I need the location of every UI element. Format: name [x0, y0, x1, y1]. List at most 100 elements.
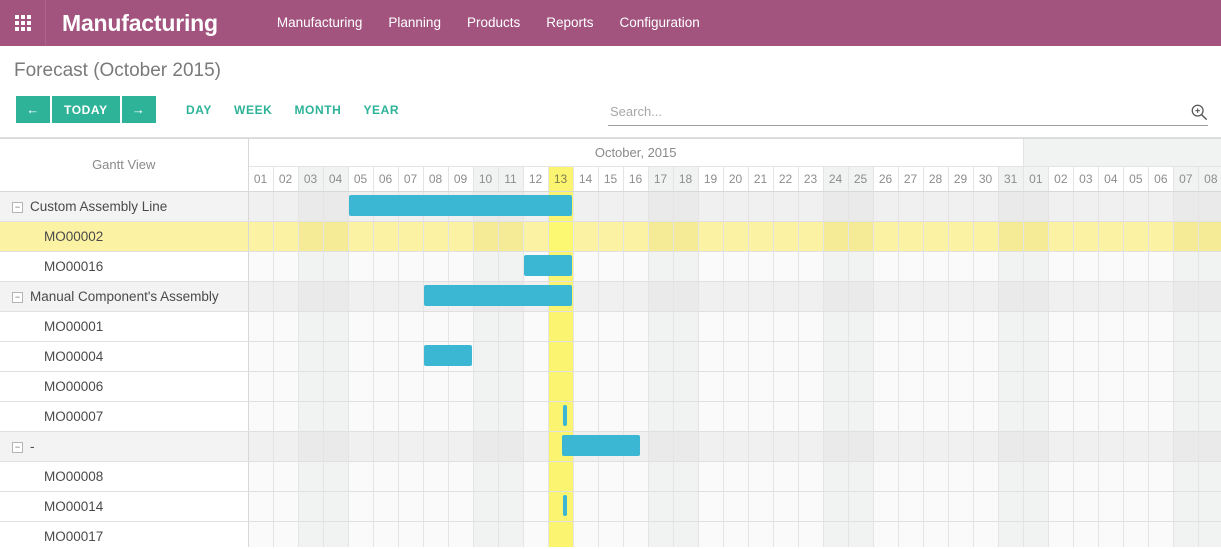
- gantt-grid-cell[interactable]: [723, 281, 748, 311]
- gantt-grid-cell[interactable]: [248, 371, 273, 401]
- next-period-button[interactable]: →: [122, 96, 156, 123]
- gantt-grid-cell[interactable]: [748, 521, 773, 547]
- gantt-task-row[interactable]: MO00016: [0, 251, 1221, 281]
- gantt-grid-cell[interactable]: [523, 461, 548, 491]
- gantt-grid-cell[interactable]: [698, 521, 723, 547]
- gantt-grid-cell[interactable]: [823, 191, 848, 221]
- gantt-grid-cell[interactable]: [998, 191, 1023, 221]
- gantt-grid-cell[interactable]: [673, 251, 698, 281]
- gantt-grid-cell[interactable]: [1073, 401, 1098, 431]
- gantt-task-bar[interactable]: [562, 435, 640, 456]
- gantt-row-label-cell[interactable]: MO00007: [0, 401, 248, 431]
- gantt-grid-cell[interactable]: [873, 401, 898, 431]
- gantt-grid-cell[interactable]: [1098, 311, 1123, 341]
- gantt-grid-cell[interactable]: [973, 461, 998, 491]
- gantt-grid-cell[interactable]: [723, 461, 748, 491]
- gantt-grid-cell[interactable]: [523, 221, 548, 251]
- gantt-grid-cell[interactable]: [723, 341, 748, 371]
- gantt-grid-cell[interactable]: [1123, 371, 1148, 401]
- gantt-grid-cell[interactable]: [923, 191, 948, 221]
- gantt-grid-cell[interactable]: [748, 491, 773, 521]
- gantt-grid-cell[interactable]: [598, 341, 623, 371]
- gantt-grid-cell[interactable]: [348, 431, 373, 461]
- gantt-grid-cell[interactable]: [298, 461, 323, 491]
- gantt-grid-cell[interactable]: [598, 251, 623, 281]
- gantt-grid-cell[interactable]: [598, 191, 623, 221]
- gantt-grid-cell[interactable]: [648, 401, 673, 431]
- gantt-grid-cell[interactable]: [1048, 431, 1073, 461]
- gantt-grid-cell[interactable]: [523, 341, 548, 371]
- gantt-grid-cell[interactable]: [948, 431, 973, 461]
- gantt-grid-cell[interactable]: [898, 491, 923, 521]
- gantt-grid-cell[interactable]: [273, 281, 298, 311]
- gantt-grid-cell[interactable]: [673, 461, 698, 491]
- gantt-grid-cell[interactable]: [1048, 281, 1073, 311]
- gantt-grid-cell[interactable]: [573, 461, 598, 491]
- gantt-grid-cell[interactable]: [273, 251, 298, 281]
- gantt-grid-cell[interactable]: [398, 491, 423, 521]
- gantt-grid-cell[interactable]: [848, 221, 873, 251]
- gantt-task-bar[interactable]: [424, 345, 472, 366]
- gantt-grid-cell[interactable]: [1048, 341, 1073, 371]
- gantt-grid-cell[interactable]: [323, 491, 348, 521]
- gantt-grid-cell[interactable]: [573, 221, 598, 251]
- gantt-grid-cell[interactable]: [723, 311, 748, 341]
- apps-menu-button[interactable]: [0, 0, 46, 46]
- gantt-row-label-cell[interactable]: MO00004: [0, 341, 248, 371]
- gantt-grid-cell[interactable]: [1048, 401, 1073, 431]
- gantt-grid-cell[interactable]: [398, 371, 423, 401]
- gantt-grid-cell[interactable]: [1173, 491, 1198, 521]
- gantt-grid-cell[interactable]: [423, 431, 448, 461]
- gantt-grid-cell[interactable]: [1073, 491, 1098, 521]
- gantt-grid-cell[interactable]: [798, 431, 823, 461]
- gantt-grid-cell[interactable]: [1048, 191, 1073, 221]
- gantt-grid-cell[interactable]: [623, 401, 648, 431]
- gantt-grid-cell[interactable]: [298, 401, 323, 431]
- gantt-grid-cell[interactable]: [948, 491, 973, 521]
- gantt-grid-cell[interactable]: [448, 221, 473, 251]
- gantt-grid-cell[interactable]: [548, 341, 573, 371]
- gantt-grid-cell[interactable]: [423, 461, 448, 491]
- gantt-task-row[interactable]: MO00001: [0, 311, 1221, 341]
- gantt-grid-cell[interactable]: [1073, 341, 1098, 371]
- gantt-grid-cell[interactable]: [748, 461, 773, 491]
- gantt-grid-cell[interactable]: [898, 341, 923, 371]
- gantt-grid-cell[interactable]: [398, 401, 423, 431]
- gantt-grid-cell[interactable]: [773, 371, 798, 401]
- gantt-grid-cell[interactable]: [1173, 431, 1198, 461]
- gantt-grid-cell[interactable]: [373, 251, 398, 281]
- gantt-grid-cell[interactable]: [973, 341, 998, 371]
- gantt-grid-cell[interactable]: [823, 281, 848, 311]
- gantt-grid-cell[interactable]: [748, 371, 773, 401]
- gantt-grid-cell[interactable]: [398, 311, 423, 341]
- gantt-grid-cell[interactable]: [648, 431, 673, 461]
- gantt-grid-cell[interactable]: [323, 191, 348, 221]
- gantt-grid-cell[interactable]: [373, 341, 398, 371]
- search-input[interactable]: [608, 104, 1190, 122]
- gantt-grid-cell[interactable]: [698, 251, 723, 281]
- gantt-grid-cell[interactable]: [723, 371, 748, 401]
- gantt-grid-cell[interactable]: [873, 521, 898, 547]
- gantt-grid-cell[interactable]: [898, 371, 923, 401]
- gantt-grid-cell[interactable]: [773, 251, 798, 281]
- gantt-grid-cell[interactable]: [448, 251, 473, 281]
- gantt-grid-cell[interactable]: [473, 371, 498, 401]
- gantt-grid-cell[interactable]: [448, 461, 473, 491]
- gantt-grid-cell[interactable]: [1098, 371, 1123, 401]
- gantt-grid-cell[interactable]: [523, 431, 548, 461]
- gantt-grid-cell[interactable]: [923, 311, 948, 341]
- gantt-grid-cell[interactable]: [298, 221, 323, 251]
- gantt-row-label-cell[interactable]: MO00016: [0, 251, 248, 281]
- gantt-row-label-cell[interactable]: −Custom Assembly Line: [0, 191, 248, 221]
- gantt-grid-cell[interactable]: [1048, 491, 1073, 521]
- gantt-grid-cell[interactable]: [273, 461, 298, 491]
- gantt-grid-cell[interactable]: [1098, 401, 1123, 431]
- gantt-grid-cell[interactable]: [1148, 311, 1173, 341]
- gantt-grid-cell[interactable]: [1048, 371, 1073, 401]
- gantt-grid-cell[interactable]: [498, 431, 523, 461]
- gantt-grid-cell[interactable]: [1023, 401, 1048, 431]
- gantt-grid-cell[interactable]: [948, 371, 973, 401]
- gantt-grid-cell[interactable]: [523, 521, 548, 547]
- gantt-grid-cell[interactable]: [298, 191, 323, 221]
- gantt-grid-cell[interactable]: [948, 251, 973, 281]
